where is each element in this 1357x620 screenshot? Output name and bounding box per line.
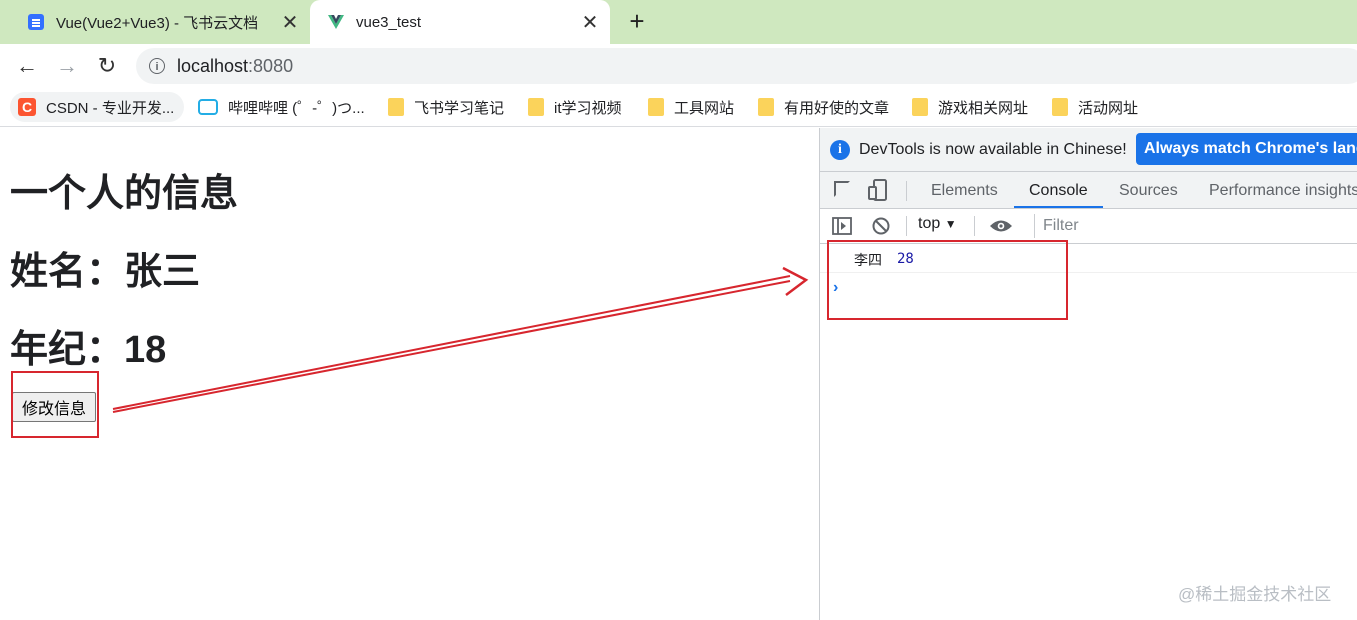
watermark: @稀土掘金技术社区	[1178, 585, 1332, 604]
annotation-arrow	[112, 266, 809, 413]
